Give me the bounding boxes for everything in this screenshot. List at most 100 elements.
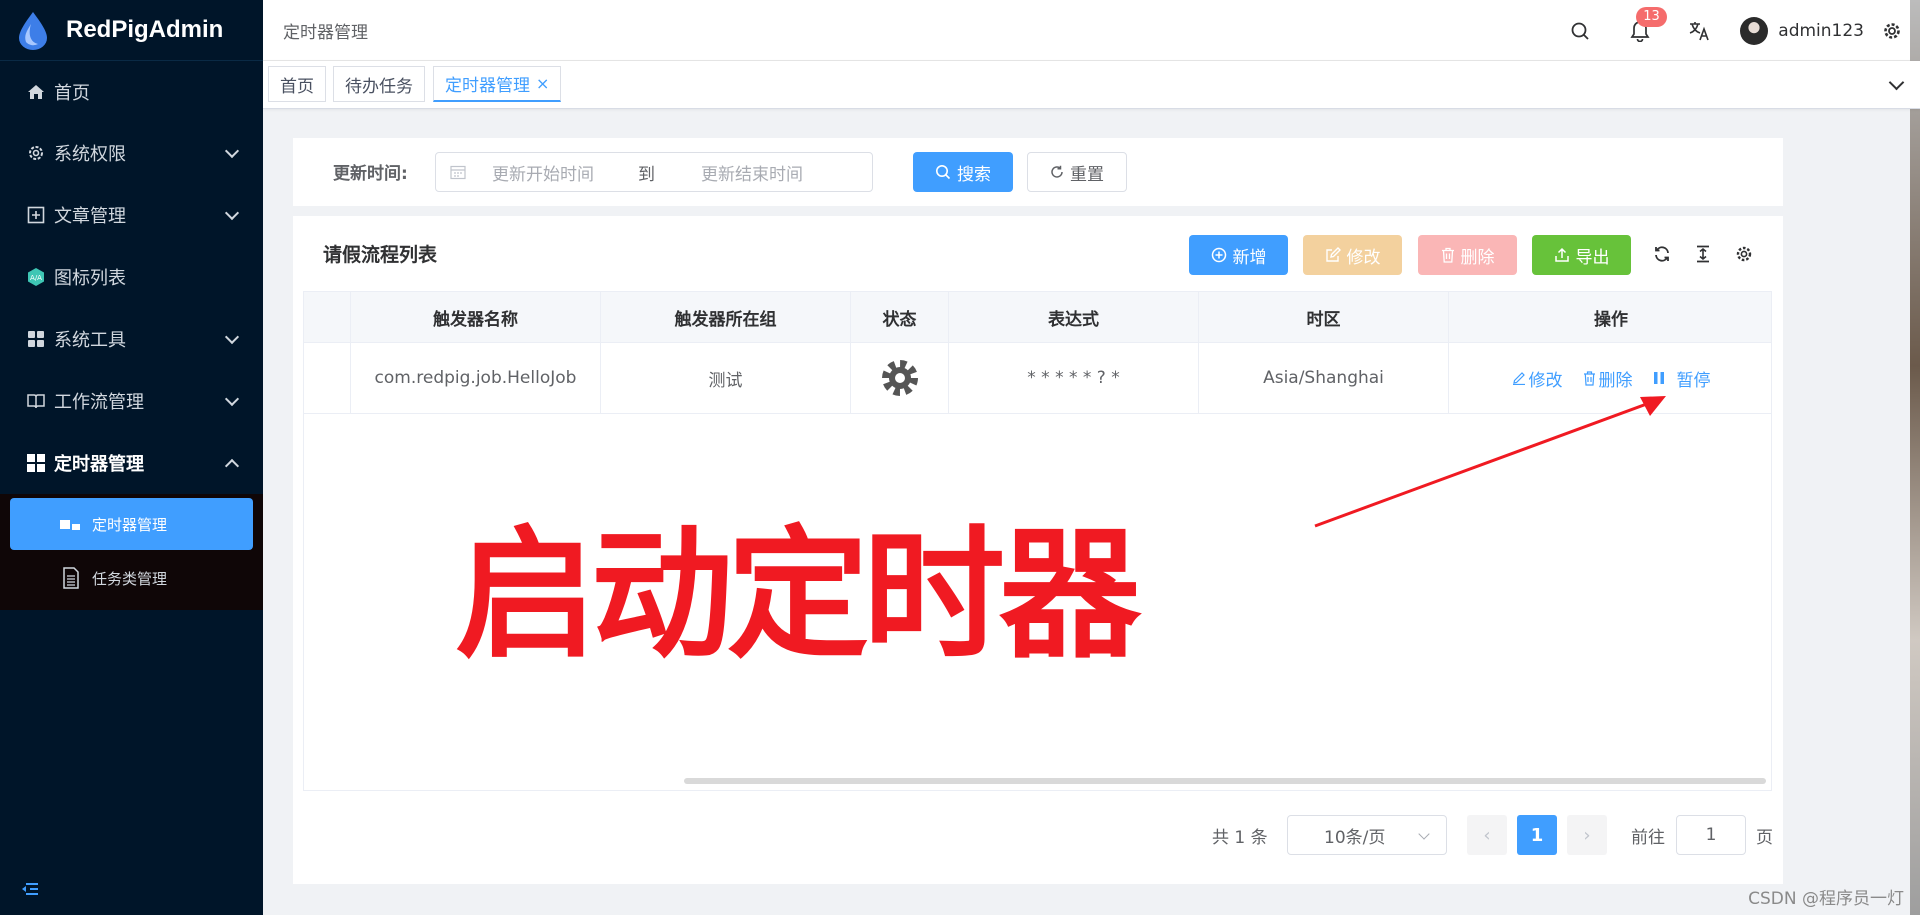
book-icon (26, 391, 46, 411)
bell-icon[interactable]: 13 (1628, 6, 1667, 43)
sidebar-item-label: 工作流管理 (54, 392, 144, 413)
dashboard-icon (26, 453, 46, 473)
refresh-icon[interactable] (1651, 243, 1673, 265)
chevron-down-icon (224, 391, 240, 407)
plus-square-icon (26, 205, 46, 225)
column-header: 时区 (1199, 292, 1449, 342)
tab-label: 待办任务 (345, 76, 413, 97)
close-icon[interactable]: × (536, 74, 549, 93)
prev-page-button[interactable]: ‹ (1467, 815, 1507, 855)
sidebar-item-label: 系统工具 (54, 330, 126, 351)
page-suffix: 页 (1756, 827, 1773, 848)
goto-page-input[interactable]: 1 (1676, 815, 1746, 855)
submenu-item-timer-manage[interactable]: 定时器管理 (10, 498, 253, 550)
row-selection-cell[interactable] (304, 343, 351, 413)
upload-icon (1554, 247, 1570, 263)
end-date-input[interactable]: 更新结束时间 (701, 160, 803, 185)
collapse-sidebar-icon[interactable] (18, 877, 42, 901)
avatar[interactable] (1740, 16, 1769, 45)
tabs-bar: 首页 待办任务 定时器管理 × (263, 61, 1920, 109)
sidebar-item-permissions[interactable]: 系统权限 (0, 122, 263, 184)
header-actions: 13 admin123 (1550, 0, 1920, 61)
timer-submenu: 定时器管理 任务类管理 (0, 494, 263, 610)
start-date-input[interactable]: 更新开始时间 (492, 160, 594, 185)
export-button-label: 导出 (1575, 247, 1610, 268)
edit-icon (1325, 247, 1341, 263)
tab-home[interactable]: 首页 (268, 66, 326, 102)
column-header: 触发器所在组 (601, 292, 851, 342)
add-button-label: 新增 (1232, 247, 1267, 268)
sidebar-item-tools[interactable]: 系统工具 (0, 308, 263, 370)
add-button[interactable]: 新增 (1189, 235, 1288, 275)
pagination-total: 共 1 条 (1212, 827, 1268, 848)
logo[interactable]: RedPigAdmin (0, 0, 263, 61)
gear-status-icon (881, 360, 918, 396)
chevron-down-icon (1418, 828, 1430, 840)
tab-label: 定时器管理 (445, 76, 530, 96)
logo-icon (19, 12, 47, 50)
annotation-text: 启动定时器 (455, 513, 1141, 678)
edit-button[interactable]: 修改 (1303, 235, 1402, 275)
chevron-down-icon[interactable] (1888, 74, 1905, 91)
export-button[interactable]: 导出 (1532, 235, 1631, 275)
window-edge (1910, 0, 1920, 915)
column-settings-icon[interactable] (1733, 243, 1755, 265)
page-number-button[interactable]: 1 (1517, 815, 1557, 855)
watermark: CSDN @程序员一灯 (1748, 889, 1904, 909)
page-size-select[interactable]: 10条/页 (1287, 815, 1447, 855)
tab-label: 首页 (280, 76, 314, 97)
chevron-down-icon (224, 143, 240, 159)
chevron-down-icon (224, 205, 240, 221)
table-header: 触发器名称 触发器所在组 状态 表达式 时区 操作 (304, 292, 1771, 343)
settings-gear-icon[interactable] (1880, 19, 1904, 43)
annotation-arrow (1314, 396, 1666, 528)
column-header: 表达式 (949, 292, 1199, 342)
goto-label: 前往 (1631, 827, 1665, 848)
sidebar-item-timer[interactable]: 定时器管理 (0, 432, 263, 494)
sidebar-item-label: 首页 (54, 82, 90, 104)
svg-text:A/A: A/A (30, 274, 42, 282)
trigger-name-cell: com.redpig.job.HelloJob (351, 343, 601, 413)
status-cell (851, 343, 949, 413)
reset-button-label: 重置 (1070, 164, 1104, 185)
sidebar-item-articles[interactable]: 文章管理 (0, 184, 263, 246)
tab-todo[interactable]: 待办任务 (333, 66, 425, 102)
expression-cell: * * * * * ? * (949, 343, 1199, 413)
gear-icon (26, 143, 46, 163)
reset-button[interactable]: 重置 (1027, 152, 1127, 192)
header: 定时器管理 13 admin123 (263, 0, 1920, 61)
document-icon (60, 567, 82, 589)
username[interactable]: admin123 (1778, 21, 1864, 41)
delete-button[interactable]: 删除 (1418, 235, 1517, 275)
breadcrumb[interactable]: 定时器管理 (283, 18, 368, 43)
sidebar-item-icons[interactable]: A/A 图标列表 (0, 246, 263, 308)
sidebar-item-label: 文章管理 (54, 206, 126, 227)
notification-badge: 13 (1636, 6, 1667, 27)
search-button[interactable]: 搜索 (913, 152, 1013, 192)
search-icon (935, 164, 951, 180)
trigger-group-cell: 测试 (601, 343, 851, 413)
sidebar-item-workflow[interactable]: 工作流管理 (0, 370, 263, 432)
grid-icon (26, 329, 46, 349)
sidebar: RedPigAdmin 首页 系统权限 文章管理 A/A 图标列表 系统工具 工… (0, 0, 263, 915)
submenu-item-label: 定时器管理 (92, 515, 168, 534)
search-icon[interactable] (1568, 19, 1592, 43)
home-icon (26, 82, 46, 102)
translate-icon[interactable] (1688, 19, 1712, 43)
selection-column-header (304, 292, 351, 342)
column-header: 操作 (1594, 309, 1628, 330)
sidebar-item-home[interactable]: 首页 (0, 61, 263, 122)
calendar-icon (450, 165, 466, 180)
tab-timer-manage[interactable]: 定时器管理 × (433, 66, 562, 102)
delete-button-label: 删除 (1460, 247, 1495, 268)
date-range-picker[interactable]: 更新开始时间 到 更新结束时间 (435, 152, 873, 192)
sidebar-item-label: 定时器管理 (54, 454, 144, 475)
submenu-item-job-class[interactable]: 任务类管理 (10, 550, 253, 606)
plus-circle-icon (1211, 247, 1227, 263)
search-button-label: 搜索 (957, 164, 991, 185)
edit-button-label: 修改 (1346, 247, 1381, 268)
chevron-up-icon (224, 458, 240, 474)
column-height-icon[interactable] (1692, 243, 1714, 265)
next-page-button[interactable]: › (1567, 815, 1607, 855)
horizontal-scrollbar[interactable] (684, 778, 1766, 784)
